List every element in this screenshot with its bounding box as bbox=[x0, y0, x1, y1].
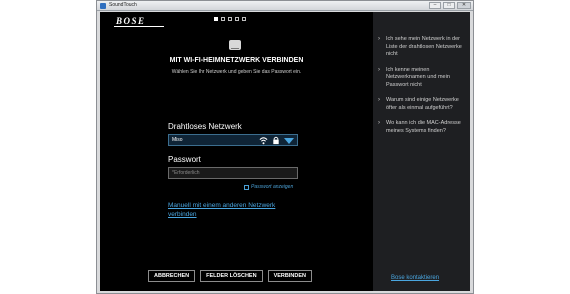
cancel-button[interactable]: ABBRECHEN bbox=[148, 270, 196, 282]
step-dot-4 bbox=[235, 17, 239, 21]
maximize-button[interactable]: □ bbox=[443, 2, 455, 9]
chevron-right-icon: › bbox=[378, 120, 380, 126]
network-select[interactable]: Miso bbox=[168, 134, 298, 146]
wifi-icon bbox=[259, 137, 268, 145]
help-item-network-missing[interactable]: › Ich sehe mein Netzwerk in der Liste de… bbox=[378, 36, 468, 59]
help-item-duplicate-networks[interactable]: › Warum sind einige Netzwerke öfter als … bbox=[378, 97, 468, 112]
setup-content: BOSE MIT WI-FI-HEIMNETZWERK VERBINDEN Wä… bbox=[100, 12, 470, 291]
title-bar: SoundTouch – □ ✕ bbox=[97, 1, 473, 11]
step-indicator bbox=[214, 17, 246, 21]
help-item-unknown-credentials[interactable]: › Ich kenne meinen Netzwerknamen und mei… bbox=[378, 67, 468, 90]
action-buttons: ABBRECHEN FELDER LÖSCHEN VERBINDEN bbox=[148, 270, 312, 282]
bose-logo: BOSE bbox=[116, 16, 146, 26]
show-password-checkbox[interactable] bbox=[244, 184, 249, 190]
window-controls: – □ ✕ bbox=[429, 2, 471, 9]
chevron-right-icon: › bbox=[378, 97, 380, 103]
help-item-label: Ich sehe mein Netzwerk in der Liste der … bbox=[386, 36, 462, 57]
app-icon bbox=[100, 3, 106, 9]
close-button[interactable]: ✕ bbox=[457, 2, 471, 9]
chevron-right-icon: › bbox=[378, 66, 380, 73]
page-subtitle: Wählen Sie Ihr Netzwerk und geben Sie da… bbox=[171, 69, 302, 75]
clear-fields-button[interactable]: FELDER LÖSCHEN bbox=[200, 270, 263, 282]
step-dot-1 bbox=[214, 17, 218, 21]
logo-underline bbox=[114, 26, 164, 27]
help-sidebar: › Ich sehe mein Netzwerk in der Liste de… bbox=[373, 12, 470, 291]
window-title: SoundTouch bbox=[109, 2, 137, 8]
page-title: MIT WI-FI-HEIMNETZWERK VERBINDEN bbox=[169, 57, 304, 64]
help-item-label: Warum sind einige Netzwerke öfter als ei… bbox=[386, 97, 459, 111]
help-list: › Ich sehe mein Netzwerk in der Liste de… bbox=[378, 36, 468, 143]
lock-icon bbox=[273, 136, 279, 145]
show-password-toggle[interactable]: Passwort anzeigen bbox=[244, 184, 293, 190]
step-dot-2 bbox=[221, 17, 225, 21]
help-item-mac-address[interactable]: › Wo kann ich die MAC-Adresse meines Sys… bbox=[378, 120, 468, 135]
step-dot-3 bbox=[228, 17, 232, 21]
connect-button[interactable]: VERBINDEN bbox=[267, 270, 312, 282]
chevron-right-icon: › bbox=[378, 36, 380, 42]
minimize-button[interactable]: – bbox=[429, 2, 441, 9]
password-field[interactable] bbox=[168, 167, 298, 179]
app-window: SoundTouch – □ ✕ BOSE MIT WI-FI-HEIMNETZ… bbox=[96, 0, 474, 294]
step-dot-5 bbox=[242, 17, 246, 21]
selected-network: Miso bbox=[172, 137, 183, 143]
help-item-label: Ich kenne meinen Netzwerknamen und mein … bbox=[386, 66, 450, 88]
password-label: Passwort bbox=[168, 155, 201, 164]
speaker-device-icon bbox=[229, 40, 241, 50]
show-password-label: Passwort anzeigen bbox=[251, 184, 294, 190]
chevron-down-icon[interactable] bbox=[284, 138, 294, 144]
contact-bose-link[interactable]: Bose kontaktieren bbox=[391, 275, 439, 281]
help-item-label: Wo kann ich die MAC-Adresse meines Syste… bbox=[386, 120, 461, 134]
manual-network-link[interactable]: Manuell mit einem anderen Netzwerk verbi… bbox=[168, 201, 293, 219]
network-label: Drahtloses Netzwerk bbox=[168, 122, 242, 131]
